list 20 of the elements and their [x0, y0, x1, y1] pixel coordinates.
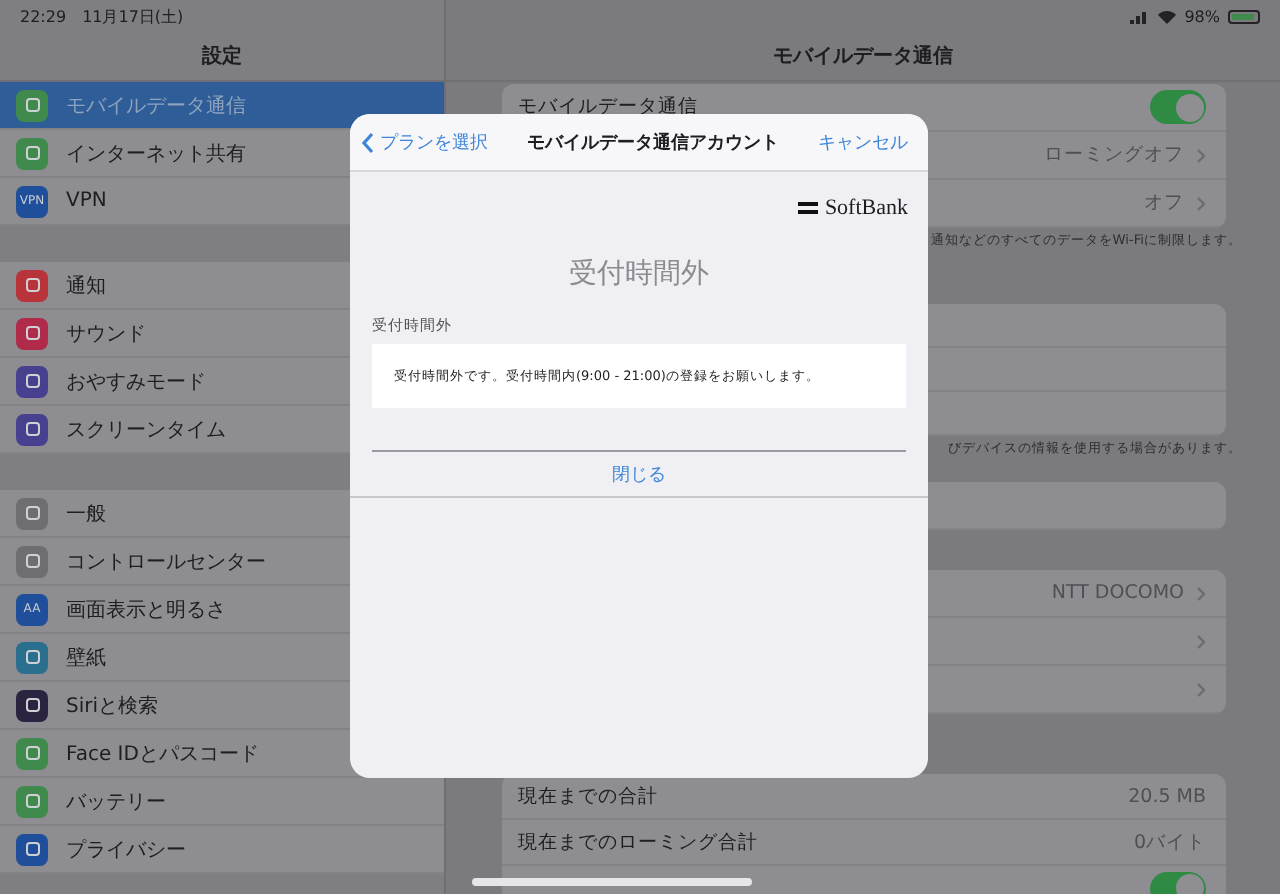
- sidebar-item[interactable]: プライバシー: [0, 826, 444, 874]
- signal-icon: [1130, 9, 1151, 23]
- sidebar-title: 設定: [202, 42, 242, 70]
- status-time: 22:29: [20, 7, 67, 25]
- status-heading: 受付時間外: [567, 256, 711, 292]
- settings-row[interactable]: 現在までのローミング合計 0バイト: [502, 820, 1226, 866]
- carrier-logo: SoftBank: [798, 196, 908, 220]
- page-title: モバイルデータ通信: [773, 43, 953, 70]
- chevron-left-icon: [362, 131, 374, 153]
- settings-row[interactable]: 現在までの合計 20.5 MB: [502, 774, 1226, 820]
- wifi-icon: [1158, 9, 1177, 23]
- close-button[interactable]: 閉じる: [350, 452, 928, 498]
- battery-percent: 98%: [1184, 7, 1220, 25]
- battery-icon: [1228, 9, 1260, 23]
- cancel-button[interactable]: キャンセル: [818, 129, 908, 155]
- toggle-switch[interactable]: [1150, 90, 1206, 124]
- dialog-title: モバイルデータ通信アカウント: [527, 130, 779, 155]
- sidebar-item[interactable]: バッテリー: [0, 778, 444, 826]
- sidebar-item[interactable]: モバイルデータ通信: [0, 82, 444, 130]
- status-date: 11月17日(土): [82, 5, 184, 27]
